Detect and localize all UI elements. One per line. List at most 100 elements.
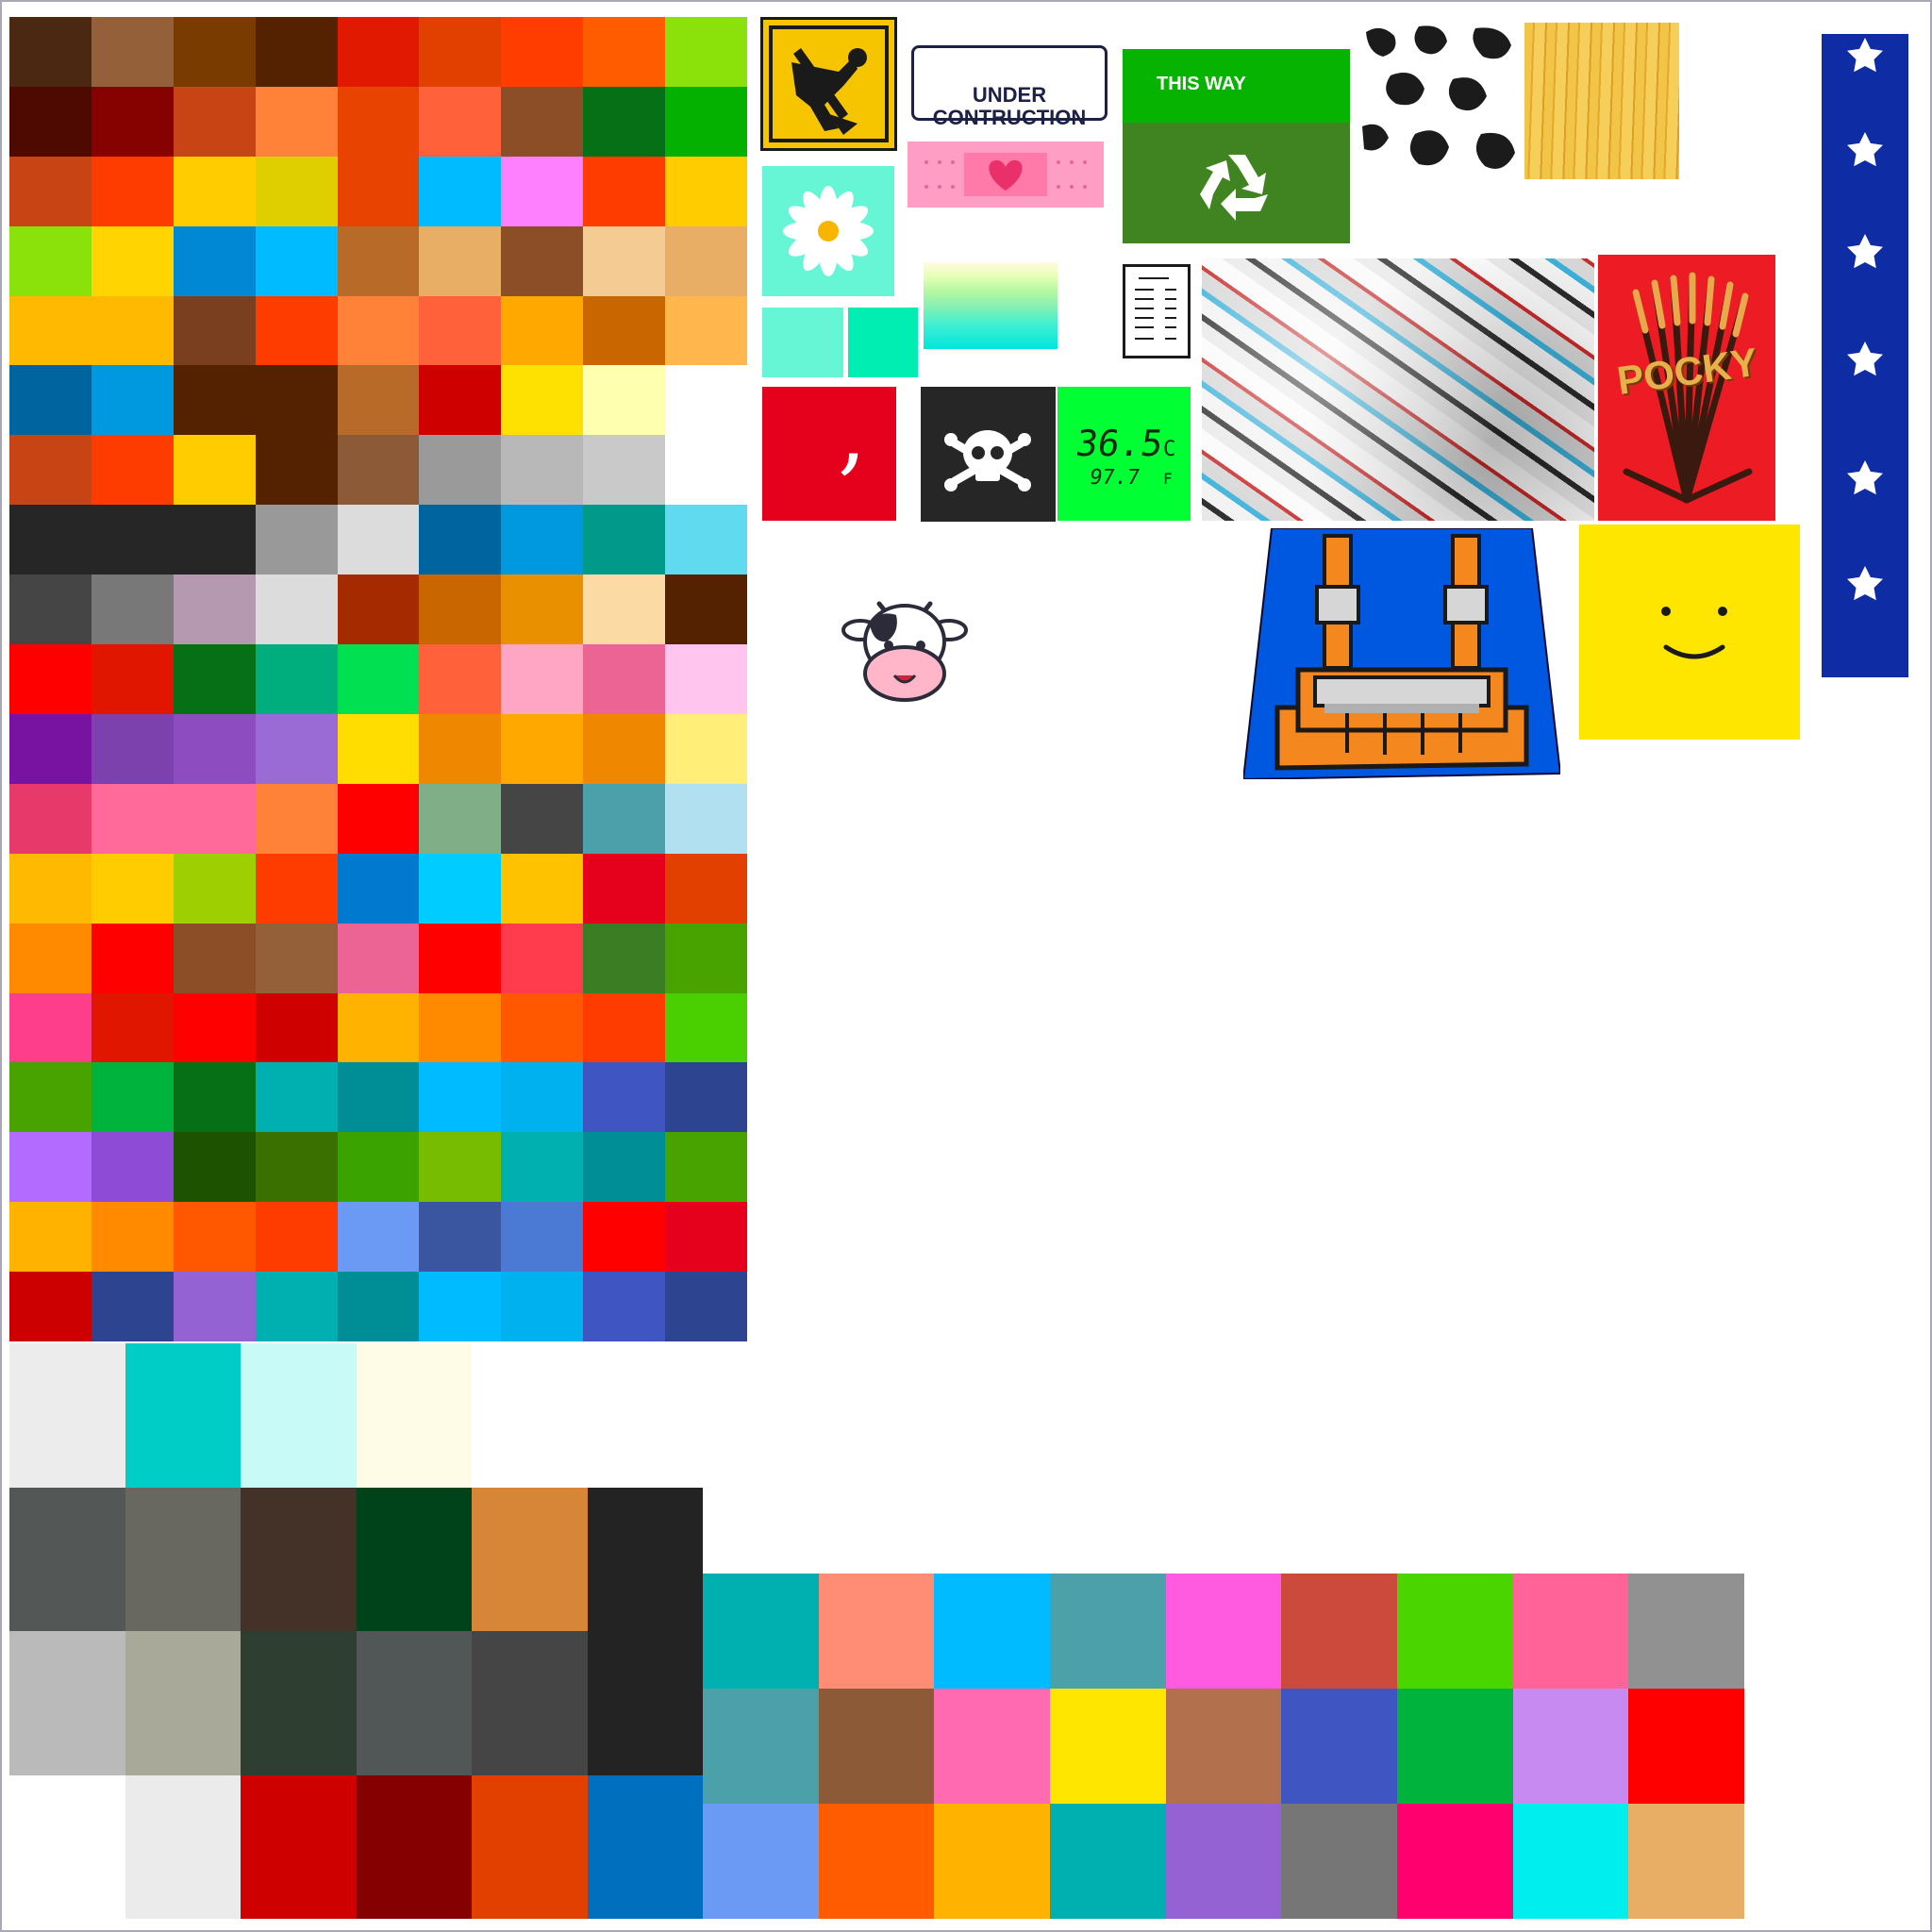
color-swatch bbox=[501, 1062, 584, 1133]
color-swatch bbox=[419, 923, 502, 993]
poster-collage bbox=[1202, 258, 1594, 521]
swatch-grid-bottom-left bbox=[9, 1343, 703, 1919]
color-swatch bbox=[501, 923, 584, 993]
color-swatch bbox=[818, 1804, 935, 1919]
color-swatch bbox=[665, 505, 747, 575]
color-swatch bbox=[173, 853, 256, 924]
color-swatch bbox=[1165, 1689, 1282, 1804]
color-swatch bbox=[665, 853, 747, 924]
color-swatch bbox=[91, 86, 174, 157]
color-swatch bbox=[9, 225, 92, 296]
color-swatch bbox=[241, 1631, 357, 1775]
recycle-icon bbox=[1200, 155, 1268, 221]
thermometer-display: 36.5 C 97.7 F bbox=[1058, 387, 1191, 521]
color-swatch bbox=[1396, 1574, 1513, 1689]
star-icon bbox=[1847, 341, 1883, 376]
color-swatch bbox=[337, 156, 420, 226]
color-swatch bbox=[1049, 1689, 1166, 1804]
color-swatch bbox=[665, 923, 747, 993]
color-swatch bbox=[1396, 1689, 1513, 1804]
color-swatch bbox=[9, 505, 92, 575]
temp-celsius: 36.5 bbox=[1073, 423, 1166, 464]
color-swatch bbox=[337, 17, 420, 87]
color-swatch bbox=[583, 365, 666, 436]
color-swatch bbox=[703, 1689, 819, 1804]
color-swatch bbox=[255, 505, 338, 575]
color-swatch bbox=[9, 1774, 125, 1919]
color-swatch bbox=[91, 435, 174, 506]
color-swatch bbox=[665, 713, 747, 784]
color-swatch bbox=[583, 923, 666, 993]
color-swatch bbox=[1165, 1804, 1282, 1919]
color-swatch bbox=[255, 1202, 338, 1273]
color-swatch bbox=[583, 86, 666, 157]
color-swatch bbox=[419, 644, 502, 714]
color-swatch bbox=[173, 17, 256, 87]
swatch-grid-main bbox=[9, 17, 747, 1341]
color-swatch bbox=[419, 156, 502, 226]
color-swatch bbox=[419, 1202, 502, 1273]
color-swatch bbox=[419, 435, 502, 506]
color-swatch bbox=[419, 1132, 502, 1203]
color-swatch bbox=[91, 713, 174, 784]
cow-print-pattern bbox=[1362, 25, 1515, 169]
mint-tile-right bbox=[848, 308, 918, 377]
color-swatch bbox=[583, 225, 666, 296]
color-swatch bbox=[9, 575, 92, 645]
heart-bandage-icon bbox=[924, 153, 1087, 196]
daisy-icon bbox=[783, 186, 874, 276]
color-swatch bbox=[337, 1202, 420, 1273]
color-swatch bbox=[419, 86, 502, 157]
color-swatch bbox=[501, 1202, 584, 1273]
color-swatch bbox=[419, 575, 502, 645]
under-construction-sign: UNDER CONTRUCTION bbox=[911, 45, 1108, 129]
color-swatch bbox=[501, 365, 584, 436]
color-swatch bbox=[255, 1272, 338, 1341]
color-swatch bbox=[173, 505, 256, 575]
color-swatch bbox=[501, 644, 584, 714]
overalls-icon bbox=[1241, 527, 1562, 781]
comma-glyph: , bbox=[838, 379, 867, 485]
color-swatch bbox=[356, 1774, 472, 1919]
color-swatch bbox=[9, 1062, 92, 1133]
color-swatch bbox=[91, 17, 174, 87]
color-swatch bbox=[255, 992, 338, 1063]
color-swatch bbox=[419, 365, 502, 436]
color-swatch bbox=[337, 713, 420, 784]
color-swatch bbox=[337, 923, 420, 993]
color-swatch bbox=[255, 644, 338, 714]
color-swatch bbox=[9, 435, 92, 506]
color-swatch bbox=[337, 1272, 420, 1341]
color-swatch bbox=[583, 505, 666, 575]
color-swatch bbox=[337, 992, 420, 1063]
color-swatch bbox=[255, 1062, 338, 1133]
temp-fahrenheit: 97.7 bbox=[1088, 466, 1141, 490]
color-swatch bbox=[501, 505, 584, 575]
color-swatch bbox=[1049, 1804, 1166, 1919]
color-swatch bbox=[173, 575, 256, 645]
color-swatch bbox=[501, 992, 584, 1063]
temp-fahrenheit-unit: F bbox=[1163, 470, 1173, 488]
color-swatch bbox=[665, 575, 747, 645]
color-swatch bbox=[818, 1689, 935, 1804]
comma-tile: , bbox=[762, 387, 896, 521]
color-swatch bbox=[665, 17, 747, 87]
color-swatch bbox=[9, 783, 92, 854]
color-swatch bbox=[472, 1631, 588, 1775]
color-swatch bbox=[419, 505, 502, 575]
star-icon bbox=[1847, 234, 1883, 269]
cow-print bbox=[1362, 23, 1519, 179]
color-swatch bbox=[91, 853, 174, 924]
color-swatch bbox=[91, 156, 174, 226]
color-swatch bbox=[337, 853, 420, 924]
color-swatch bbox=[9, 1487, 125, 1631]
this-way-text: THIS WAY bbox=[1157, 74, 1246, 94]
color-swatch bbox=[255, 17, 338, 87]
color-swatch bbox=[337, 505, 420, 575]
color-swatch bbox=[665, 783, 747, 854]
color-swatch bbox=[255, 1132, 338, 1203]
color-swatch bbox=[173, 156, 256, 226]
wood-grain bbox=[1524, 23, 1679, 179]
color-swatch bbox=[587, 1343, 703, 1488]
worker-sign bbox=[760, 17, 897, 151]
